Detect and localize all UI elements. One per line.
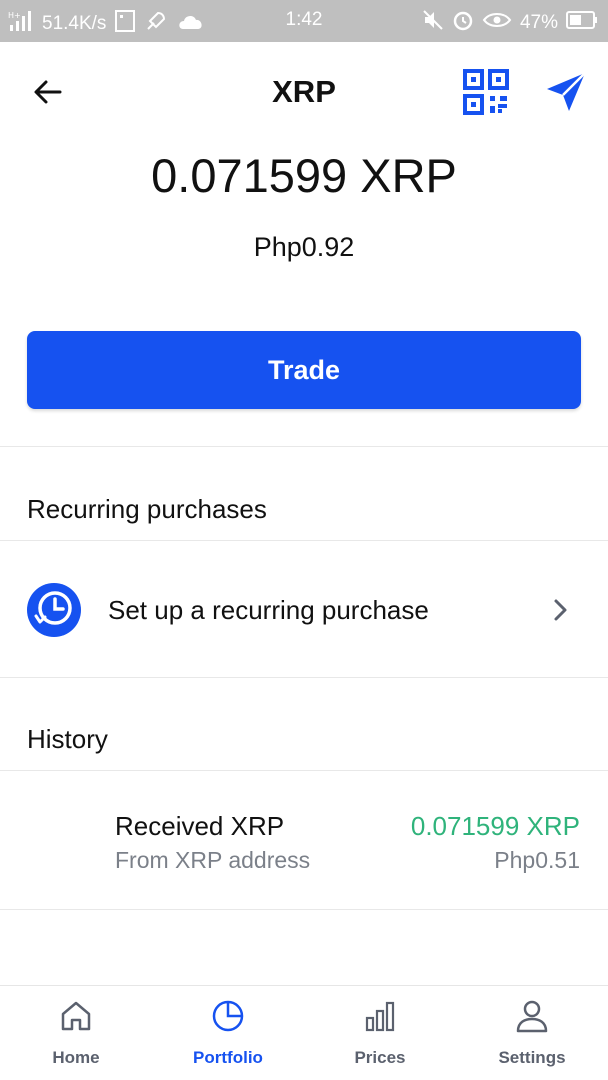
transaction-subtitle: From XRP address (115, 847, 311, 873)
crypto-balance: 0.071599 XRP (151, 149, 457, 202)
page-title: XRP (272, 74, 336, 109)
send-icon (547, 72, 586, 111)
app-header: XRP (0, 42, 608, 140)
nav-prices[interactable]: Prices (304, 986, 456, 1080)
transaction-amount: 0.071599 XRP (410, 811, 580, 841)
recurring-purchases-heading: Recurring purchases (27, 494, 267, 524)
mute-icon (422, 9, 444, 37)
recurring-clock-icon (26, 582, 82, 638)
divider (0, 677, 608, 678)
nav-home-label: Home (52, 1048, 100, 1067)
alarm-icon (452, 9, 474, 37)
prices-icon (362, 998, 398, 1034)
fiat-balance: Php0.92 (253, 232, 355, 262)
portfolio-icon (210, 998, 246, 1034)
qr-code-button[interactable] (462, 68, 510, 116)
setup-recurring-purchase-row[interactable]: Set up a recurring purchase (0, 541, 608, 677)
status-bar: H+ 51.4K/s 1:42 47% (0, 0, 608, 42)
qr-code-icon (463, 69, 509, 115)
bottom-navigation: Home Portfolio Prices Settings (0, 985, 608, 1080)
nav-portfolio-label: Portfolio (193, 1048, 263, 1067)
nav-portfolio[interactable]: Portfolio (152, 986, 304, 1080)
settings-icon (514, 998, 550, 1034)
history-heading: History (27, 724, 108, 754)
status-right: 47% (422, 9, 598, 37)
chevron-right-icon (552, 598, 570, 622)
trade-button[interactable]: Trade (27, 331, 581, 409)
setup-recurring-purchase-label: Set up a recurring purchase (108, 595, 429, 625)
nav-settings-label: Settings (498, 1048, 566, 1067)
divider (0, 446, 608, 447)
nav-home[interactable]: Home (0, 986, 152, 1080)
transaction-title: Received XRP (115, 811, 285, 841)
battery-icon (566, 11, 598, 35)
transaction-fiat-amount: Php0.51 (494, 847, 580, 873)
eye-icon (482, 10, 512, 36)
home-icon (58, 998, 94, 1034)
nav-settings[interactable]: Settings (456, 986, 608, 1080)
send-button[interactable] (543, 69, 589, 115)
transaction-row[interactable]: Received XRP From XRP address 0.071599 X… (0, 771, 608, 909)
divider (0, 909, 608, 910)
nav-prices-label: Prices (354, 1048, 406, 1067)
battery-percent: 47% (519, 12, 558, 33)
